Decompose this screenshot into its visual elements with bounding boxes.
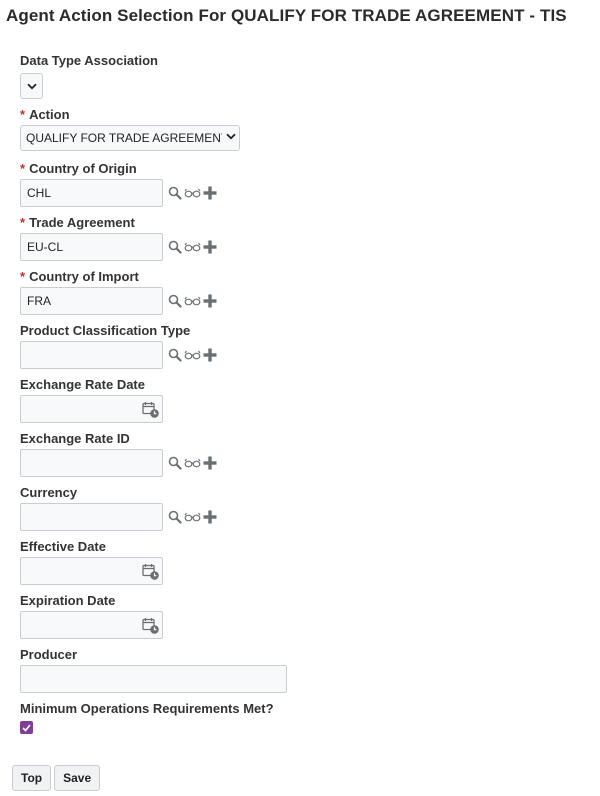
search-icon[interactable] bbox=[167, 239, 182, 255]
glasses-icon[interactable] bbox=[183, 347, 201, 363]
glasses-icon[interactable] bbox=[183, 185, 201, 201]
producer-label: Producer bbox=[20, 647, 78, 662]
product-classification-type-input[interactable] bbox=[20, 341, 163, 369]
calendar-icon[interactable] bbox=[142, 617, 160, 635]
top-button[interactable]: Top bbox=[12, 765, 52, 791]
minimum-operations-checkbox[interactable] bbox=[20, 721, 33, 734]
search-icon[interactable] bbox=[167, 347, 182, 363]
page-title: Agent Action Selection For QUALIFY FOR T… bbox=[6, 6, 567, 25]
effective-date-label: Effective Date bbox=[20, 539, 106, 554]
plus-icon[interactable] bbox=[202, 293, 218, 309]
calendar-icon[interactable] bbox=[142, 401, 160, 419]
currency-input[interactable] bbox=[20, 503, 163, 531]
effective-date-input[interactable] bbox=[20, 557, 163, 585]
exchange-rate-date-input[interactable] bbox=[20, 395, 163, 423]
plus-icon[interactable] bbox=[202, 347, 218, 363]
expiration-date-input[interactable] bbox=[20, 611, 163, 639]
plus-icon[interactable] bbox=[202, 509, 218, 525]
checkmark-icon bbox=[22, 723, 31, 732]
trade-agreement-input[interactable] bbox=[20, 233, 163, 261]
action-label: * Action bbox=[20, 107, 70, 122]
minimum-operations-label: Minimum Operations Requirements Met? bbox=[20, 701, 274, 716]
glasses-icon[interactable] bbox=[183, 239, 201, 255]
agent-action-form: Data Type Association * Action QUALIFY FO… bbox=[20, 52, 580, 754]
plus-icon[interactable] bbox=[202, 185, 218, 201]
country-of-import-field: * Country of Import bbox=[20, 268, 580, 322]
glasses-icon[interactable] bbox=[183, 455, 201, 471]
product-classification-type-field: Product Classification Type bbox=[20, 322, 580, 376]
data-type-association-select[interactable] bbox=[20, 73, 43, 99]
search-icon[interactable] bbox=[167, 509, 182, 525]
action-select[interactable]: QUALIFY FOR TRADE AGREEMENT bbox=[20, 125, 240, 151]
trade-agreement-label: * Trade Agreement bbox=[20, 215, 135, 230]
button-bar: Top Save bbox=[12, 765, 101, 791]
expiration-date-label: Expiration Date bbox=[20, 593, 116, 608]
effective-date-field: Effective Date bbox=[20, 538, 580, 592]
currency-label: Currency bbox=[20, 485, 78, 500]
plus-icon[interactable] bbox=[202, 455, 218, 471]
country-of-import-input[interactable] bbox=[20, 287, 163, 315]
expiration-date-field: Expiration Date bbox=[20, 592, 580, 646]
search-icon[interactable] bbox=[167, 455, 182, 471]
exchange-rate-date-field: Exchange Rate Date bbox=[20, 376, 580, 430]
producer-field: Producer bbox=[20, 646, 580, 700]
search-icon[interactable] bbox=[167, 293, 182, 309]
trade-agreement-field: * Trade Agreement bbox=[20, 214, 580, 268]
plus-icon[interactable] bbox=[202, 239, 218, 255]
exchange-rate-id-input[interactable] bbox=[20, 449, 163, 477]
chevron-down-icon bbox=[26, 83, 37, 89]
exchange-rate-date-label: Exchange Rate Date bbox=[20, 377, 145, 392]
currency-field: Currency bbox=[20, 484, 580, 538]
exchange-rate-id-label: Exchange Rate ID bbox=[20, 431, 130, 446]
country-of-origin-label: * Country of Origin bbox=[20, 161, 137, 176]
country-of-origin-input[interactable] bbox=[20, 179, 163, 207]
exchange-rate-id-field: Exchange Rate ID bbox=[20, 430, 580, 484]
calendar-icon[interactable] bbox=[142, 563, 160, 581]
action-selected-value: QUALIFY FOR TRADE AGREEMENT bbox=[26, 131, 222, 145]
glasses-icon[interactable] bbox=[183, 293, 201, 309]
minimum-operations-field: Minimum Operations Requirements Met? bbox=[20, 700, 580, 754]
country-of-origin-field: * Country of Origin bbox=[20, 160, 580, 214]
glasses-icon[interactable] bbox=[183, 509, 201, 525]
product-classification-type-label: Product Classification Type bbox=[20, 323, 191, 338]
action-field: * Action QUALIFY FOR TRADE AGREEMENT bbox=[20, 106, 580, 160]
search-icon[interactable] bbox=[167, 185, 182, 201]
data-type-association-field: Data Type Association bbox=[20, 52, 580, 106]
save-button[interactable]: Save bbox=[54, 765, 101, 791]
country-of-import-label: * Country of Import bbox=[20, 269, 139, 284]
producer-input[interactable] bbox=[20, 665, 287, 693]
chevron-down-icon bbox=[226, 133, 236, 140]
data-type-association-label: Data Type Association bbox=[20, 53, 158, 68]
